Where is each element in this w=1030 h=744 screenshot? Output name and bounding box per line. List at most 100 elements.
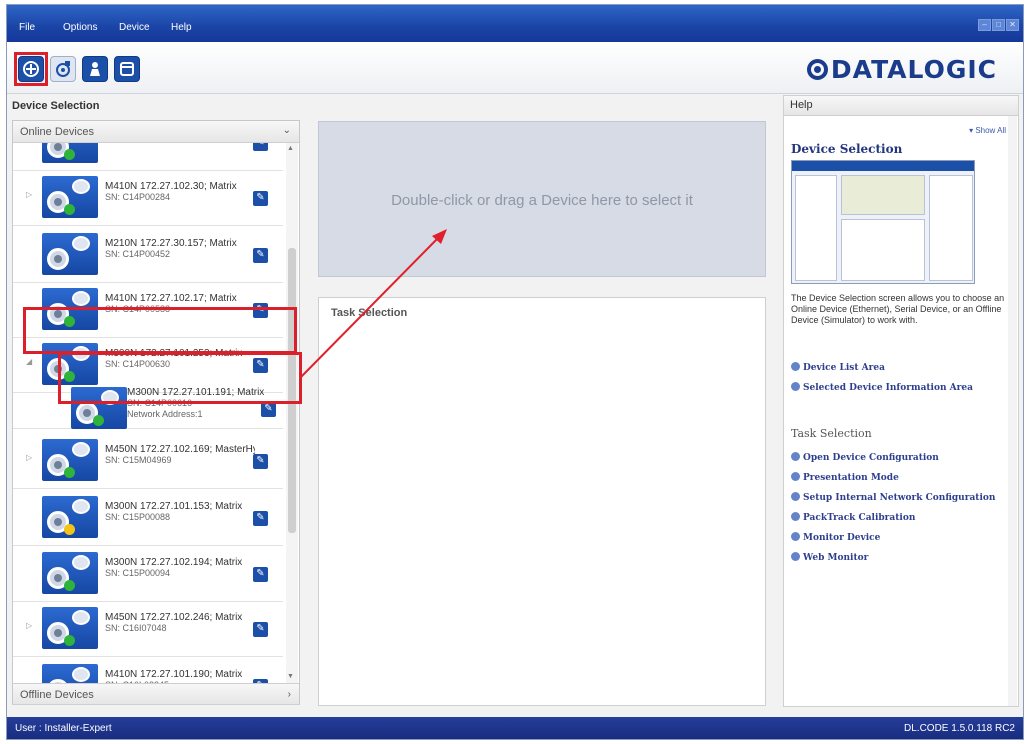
configure-button[interactable] <box>50 56 76 82</box>
info-icon <box>791 552 800 561</box>
menu-bar: File Options Device Help – □ ✕ <box>7 5 1023 42</box>
help-link-label: Setup Internal Network Configuration <box>803 493 996 503</box>
help-link-presentation-mode[interactable]: Presentation Mode <box>791 472 899 483</box>
camera-device-icon <box>42 496 98 538</box>
toolbar: DATALOGIC <box>7 42 1023 94</box>
help-scrollbar[interactable] <box>1008 116 1017 706</box>
device-row[interactable]: ▷ M450N 172.27.102.169; MasterHy SN: C15M0… <box>13 431 283 489</box>
help-screenshot-thumbnail <box>791 160 975 284</box>
offline-devices-header[interactable]: Offline Devices › <box>13 683 299 705</box>
help-link-label: Monitor Device <box>803 533 881 543</box>
expand-icon[interactable]: ▷ <box>26 190 32 199</box>
info-icon <box>791 512 800 521</box>
device-row[interactable]: ▷ M450N 172.27.102.246; Matrix SN: C16I070… <box>13 599 283 657</box>
maximize-button[interactable]: □ <box>992 19 1005 31</box>
device-row[interactable]: M410N 172.27.101.190; MatrixSN: C16L0224… <box>13 656 283 683</box>
info-icon <box>791 492 800 501</box>
show-all-link[interactable]: ▾ Show All <box>969 126 1006 135</box>
device-row[interactable]: SN: C14G01117✎ <box>13 143 283 171</box>
help-link-label: Selected Device Information Area <box>803 383 973 393</box>
device-list-scrollbar[interactable]: ▲ ▼ <box>286 143 298 683</box>
menu-help[interactable]: Help <box>171 22 192 33</box>
help-link-device-list-area[interactable]: Device List Area <box>791 362 885 373</box>
camera-device-icon <box>42 233 98 275</box>
status-indicator-icon <box>64 524 75 535</box>
device-name: M410N 172.27.101.190; Matrix <box>105 669 243 680</box>
status-user: User : Installer-Expert <box>15 723 112 734</box>
collapse-icon[interactable]: ◢ <box>26 357 32 366</box>
device-selection-title: Device Selection <box>12 100 100 112</box>
minimize-button[interactable]: – <box>978 19 991 31</box>
wrench-icon[interactable]: ✎ <box>253 567 268 582</box>
info-icon <box>791 382 800 391</box>
expand-icon[interactable]: ▷ <box>26 621 32 630</box>
drop-zone-text: Double-click or drag a Device here to se… <box>391 192 693 209</box>
chevron-down-icon: ⌄ <box>282 125 291 136</box>
scroll-down-icon[interactable]: ▼ <box>287 673 294 680</box>
info-icon <box>791 452 800 461</box>
window-button[interactable] <box>114 56 140 82</box>
device-serial: SN: C14P00284 <box>105 192 171 202</box>
device-serial: SN: C15M04969 <box>105 455 172 465</box>
task-selection-panel: Task Selection <box>318 297 766 706</box>
device-serial: SN: C14P00452 <box>105 249 171 259</box>
menu-device[interactable]: Device <box>119 22 150 33</box>
status-indicator-icon <box>64 204 75 215</box>
close-button[interactable]: ✕ <box>1006 19 1019 31</box>
device-name: M300N 172.27.102.194; Matrix <box>105 557 243 568</box>
device-name: M300N 172.27.101.153; Matrix <box>105 501 243 512</box>
chevron-right-icon: › <box>287 689 291 700</box>
wrench-icon[interactable]: ✎ <box>253 511 268 526</box>
device-list: SN: C14G01117✎ ▷ M410N 172.27.102.30; Matr… <box>13 143 283 683</box>
help-link-selected-device-info[interactable]: Selected Device Information Area <box>791 382 973 393</box>
menu-file[interactable]: File <box>19 22 35 33</box>
device-row[interactable]: ▷ M410N 172.27.102.30; Matrix SN: C14P0028… <box>13 168 283 226</box>
device-info: M410N 172.27.102.30; Matrix SN: C14P00284 <box>105 181 255 203</box>
device-row[interactable]: M300N 172.27.101.153; Matrix SN: C15P0008… <box>13 488 283 546</box>
help-link-packtrack[interactable]: PackTrack Calibration <box>791 512 915 523</box>
device-info: M300N 172.27.102.194; Matrix SN: C15P0009… <box>105 557 255 579</box>
status-version: DL.CODE 1.5.0.118 RC2 <box>904 723 1015 734</box>
offline-devices-label: Offline Devices <box>20 689 94 701</box>
wrench-icon[interactable]: ✎ <box>253 248 268 263</box>
brand-logo: DATALOGIC <box>806 55 997 84</box>
expand-icon[interactable]: ▷ <box>26 453 32 462</box>
wrench-icon[interactable]: ✎ <box>253 191 268 206</box>
wrench-icon[interactable]: ✎ <box>253 454 268 469</box>
help-link-setup-network[interactable]: Setup Internal Network Configuration <box>791 492 995 503</box>
user-button[interactable] <box>82 56 108 82</box>
scroll-up-icon[interactable]: ▲ <box>287 145 294 152</box>
wrench-icon[interactable]: ✎ <box>261 402 276 417</box>
camera-device-icon <box>42 664 98 683</box>
device-info: M410N 172.27.101.190; MatrixSN: C16L0224… <box>105 669 255 683</box>
camera-device-icon <box>42 439 98 481</box>
device-info: M450N 172.27.102.246; Matrix SN: C16I0704… <box>105 612 255 634</box>
device-info: M300N 172.27.101.153; Matrix SN: C15P0008… <box>105 501 255 523</box>
device-row[interactable]: M210N 172.27.30.157; Matrix SN: C14P00452… <box>13 225 283 283</box>
device-drop-zone[interactable]: Double-click or drag a Device here to se… <box>318 121 766 277</box>
menu-options[interactable]: Options <box>63 22 97 33</box>
highlight-box-parent-device <box>23 307 297 354</box>
info-icon <box>791 362 800 371</box>
window-controls: – □ ✕ <box>978 19 1019 31</box>
online-devices-header[interactable]: Online Devices ⌄ <box>13 121 299 143</box>
help-link-open-device-config[interactable]: Open Device Configuration <box>791 452 939 463</box>
help-link-label: Presentation Mode <box>803 473 899 483</box>
device-name: M410N 172.27.102.17; Matrix <box>105 293 237 304</box>
wrench-icon[interactable]: ✎ <box>253 622 268 637</box>
device-name: M450N 172.27.102.169; MasterHy <box>105 444 255 455</box>
help-task-heading: Task Selection <box>791 427 872 440</box>
help-link-monitor-device[interactable]: Monitor Device <box>791 532 880 543</box>
help-link-label: Open Device Configuration <box>803 453 939 463</box>
help-link-web-monitor[interactable]: Web Monitor <box>791 552 868 563</box>
task-selection-title: Task Selection <box>331 307 408 319</box>
wrench-icon[interactable]: ✎ <box>253 143 268 151</box>
device-selection-button[interactable] <box>18 56 44 82</box>
device-info: M450N 172.27.102.169; MasterHy SN: C15M04… <box>105 444 255 466</box>
help-link-label: Web Monitor <box>803 553 869 563</box>
camera-device-icon <box>42 607 98 649</box>
device-row[interactable]: M300N 172.27.102.194; Matrix SN: C15P0009… <box>13 544 283 602</box>
info-icon <box>791 532 800 541</box>
camera-device-icon <box>42 552 98 594</box>
device-serial: SN: C15P00094 <box>105 568 171 578</box>
